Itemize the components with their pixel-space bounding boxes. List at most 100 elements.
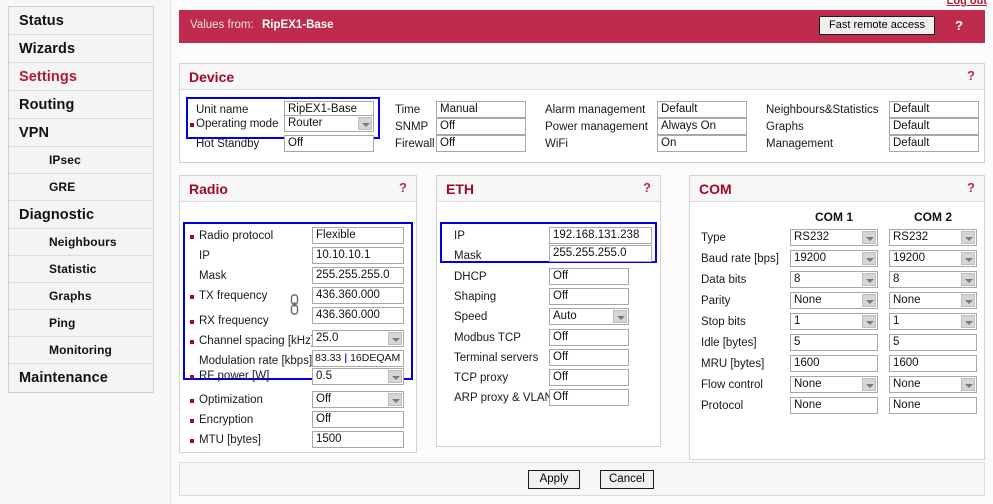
- radio-protocol-field[interactable]: Flexible: [312, 227, 404, 244]
- sidebar-item-settings[interactable]: Settings: [9, 63, 153, 91]
- com2-stop-bits-select[interactable]: 1: [889, 313, 977, 330]
- neighbours-statistics-field[interactable]: Default: [889, 101, 979, 118]
- sidebar-item-diagnostic[interactable]: Diagnostic: [9, 201, 153, 229]
- chevron-down-icon[interactable]: [862, 315, 876, 328]
- optimization-select[interactable]: Off: [312, 391, 404, 408]
- fast-remote-access-button[interactable]: Fast remote access: [819, 16, 935, 35]
- chevron-down-icon[interactable]: [862, 294, 876, 307]
- sidebar-item-neighbours[interactable]: Neighbours: [9, 229, 153, 256]
- eth-mask-field[interactable]: 255.255.255.0: [549, 245, 652, 262]
- management-field[interactable]: Default: [889, 135, 979, 152]
- shaping-field[interactable]: Off: [549, 288, 629, 305]
- chevron-down-icon[interactable]: [388, 393, 402, 406]
- graphs-field[interactable]: Default: [889, 118, 979, 135]
- chevron-down-icon[interactable]: [388, 332, 402, 345]
- hot-standby-field[interactable]: Off: [284, 135, 374, 152]
- arp-proxy-vlan-field[interactable]: Off: [549, 389, 629, 406]
- required-bullet: [190, 340, 194, 344]
- logout-link[interactable]: Log out: [947, 0, 987, 7]
- com2-data-bits-select[interactable]: 8: [889, 271, 977, 288]
- operating-mode-select[interactable]: Router: [284, 115, 374, 132]
- chevron-down-icon[interactable]: [961, 378, 975, 391]
- chevron-down-icon[interactable]: [961, 294, 975, 307]
- wifi-field[interactable]: On: [657, 135, 747, 152]
- time-field[interactable]: Manual: [436, 101, 526, 118]
- com2-baud-rate-select[interactable]: 19200: [889, 250, 977, 267]
- cancel-button[interactable]: Cancel: [600, 470, 654, 489]
- chevron-down-icon[interactable]: [862, 252, 876, 265]
- modbus-tcp-field[interactable]: Off: [549, 329, 629, 346]
- com1-flow-control-select[interactable]: None: [790, 376, 878, 393]
- com2-type-select[interactable]: RS232: [889, 229, 977, 246]
- chain-link-icon[interactable]: [290, 294, 299, 316]
- chevron-down-icon[interactable]: [961, 315, 975, 328]
- help-icon[interactable]: ?: [955, 18, 963, 33]
- radio-ip-field[interactable]: 10.10.10.1: [312, 247, 404, 264]
- power-management-field[interactable]: Always On: [657, 118, 747, 135]
- radio-mask-field[interactable]: 255.255.255.0: [312, 267, 404, 284]
- com1-type-select[interactable]: RS232: [790, 229, 878, 246]
- encryption-field[interactable]: Off: [312, 411, 404, 428]
- values-from-unit: RipEX1-Base: [262, 19, 334, 31]
- com2-idle-field[interactable]: 5: [889, 334, 977, 351]
- eth-ip-field[interactable]: 192.168.131.238: [549, 227, 652, 244]
- required-bullet: [190, 235, 194, 239]
- apply-button[interactable]: Apply: [528, 470, 580, 489]
- com1-mru-field[interactable]: 1600: [790, 355, 878, 372]
- help-icon[interactable]: ?: [399, 180, 407, 195]
- com1-stop-bits-select[interactable]: 1: [790, 313, 878, 330]
- chevron-down-icon[interactable]: [862, 378, 876, 391]
- com2-parity-select[interactable]: None: [889, 292, 977, 309]
- field-label-radio-protocol: Radio protocol: [199, 230, 274, 242]
- com1-data-bits-select[interactable]: 8: [790, 271, 878, 288]
- sidebar-item-vpn[interactable]: VPN: [9, 119, 153, 147]
- com1-stop-bits-value: 1: [794, 315, 801, 327]
- firewall-field[interactable]: Off: [436, 135, 526, 152]
- chevron-down-icon[interactable]: [358, 117, 372, 130]
- dhcp-field[interactable]: Off: [549, 268, 629, 285]
- sidebar-item-graphs[interactable]: Graphs: [9, 283, 153, 310]
- sidebar-item-routing[interactable]: Routing: [9, 91, 153, 119]
- rx-frequency-field[interactable]: 436.360.000: [312, 307, 404, 324]
- speed-select[interactable]: Auto: [549, 308, 629, 325]
- chevron-down-icon[interactable]: [388, 370, 402, 383]
- chevron-down-icon[interactable]: [862, 231, 876, 244]
- com-panel-header: COM ?: [690, 176, 984, 202]
- snmp-field[interactable]: Off: [436, 118, 526, 135]
- com2-stop-bits-value: 1: [893, 315, 900, 327]
- help-icon[interactable]: ?: [967, 180, 975, 195]
- com1-baud-rate-select[interactable]: 19200: [790, 250, 878, 267]
- sidebar-item-status[interactable]: Status: [9, 7, 153, 35]
- field-label-com-protocol: Protocol: [701, 400, 744, 412]
- chevron-down-icon[interactable]: [961, 273, 975, 286]
- chevron-down-icon[interactable]: [961, 252, 975, 265]
- com1-parity-select[interactable]: None: [790, 292, 878, 309]
- field-label-com-baud-rate: Baud rate [bps]: [701, 253, 779, 265]
- com2-protocol-field[interactable]: None: [889, 397, 977, 414]
- tcp-proxy-field[interactable]: Off: [549, 369, 629, 386]
- chevron-down-icon[interactable]: [862, 273, 876, 286]
- com1-protocol-field[interactable]: None: [790, 397, 878, 414]
- modulation-rate-field[interactable]: 83.33 | 16DEQAM: [312, 350, 404, 367]
- com2-flow-control-select[interactable]: None: [889, 376, 977, 393]
- sidebar-item-gre[interactable]: GRE: [9, 174, 153, 201]
- sidebar-item-statistic[interactable]: Statistic: [9, 256, 153, 283]
- chevron-down-icon[interactable]: [961, 231, 975, 244]
- sidebar-item-wizards[interactable]: Wizards: [9, 35, 153, 63]
- rf-power-select[interactable]: 0.5: [312, 368, 404, 385]
- sidebar-item-maintenance[interactable]: Maintenance: [9, 364, 153, 392]
- sidebar-item-ping[interactable]: Ping: [9, 310, 153, 337]
- mtu-field[interactable]: 1500: [312, 431, 404, 448]
- com2-mru-field[interactable]: 1600: [889, 355, 977, 372]
- terminal-servers-field[interactable]: Off: [549, 349, 629, 366]
- sidebar-item-label: Monitoring: [49, 343, 112, 357]
- help-icon[interactable]: ?: [643, 180, 651, 195]
- tx-frequency-field[interactable]: 436.360.000: [312, 287, 404, 304]
- sidebar-item-monitoring[interactable]: Monitoring: [9, 337, 153, 364]
- com1-idle-field[interactable]: 5: [790, 334, 878, 351]
- sidebar-item-ipsec[interactable]: IPsec: [9, 147, 153, 174]
- help-icon[interactable]: ?: [967, 68, 975, 83]
- channel-spacing-select[interactable]: 25.0: [312, 330, 404, 347]
- alarm-management-field[interactable]: Default: [657, 101, 747, 118]
- chevron-down-icon[interactable]: [613, 310, 627, 323]
